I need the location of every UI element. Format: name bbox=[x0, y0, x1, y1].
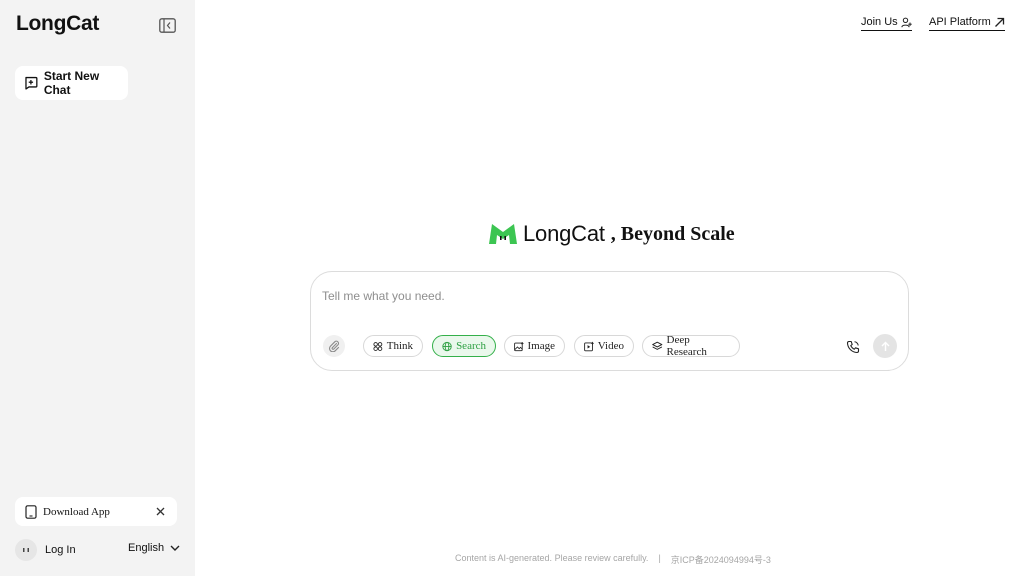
think-label: Think bbox=[386, 340, 413, 352]
collapse-sidebar-button[interactable] bbox=[157, 15, 177, 35]
language-selector[interactable]: English bbox=[128, 542, 180, 554]
image-label: Image bbox=[527, 340, 555, 352]
footer: Content is AI-generated. Please review c… bbox=[455, 553, 771, 566]
avatar-icon bbox=[23, 548, 29, 552]
start-new-chat-button[interactable]: Start New Chat bbox=[15, 66, 128, 100]
ai-disclaimer: Content is AI-generated. Please review c… bbox=[455, 553, 649, 563]
join-us-label: Join Us bbox=[861, 16, 898, 28]
sidebar-brand: LongCat bbox=[16, 12, 100, 35]
video-icon bbox=[584, 341, 594, 351]
phone-icon bbox=[846, 340, 860, 354]
chevron-down-icon bbox=[170, 545, 180, 551]
send-button[interactable] bbox=[873, 334, 897, 358]
new-chat-icon bbox=[25, 76, 38, 90]
download-app-label: Download App bbox=[43, 505, 110, 518]
language-label: English bbox=[128, 542, 165, 554]
hero-brand: LongCat bbox=[523, 221, 605, 246]
hero-tagline: , Beyond Scale bbox=[610, 222, 735, 245]
api-platform-label: API Platform bbox=[929, 16, 991, 28]
voice-call-button[interactable] bbox=[844, 338, 862, 356]
paperclip-icon bbox=[329, 340, 340, 352]
close-icon bbox=[156, 507, 165, 516]
attach-button[interactable] bbox=[323, 335, 345, 357]
download-close-button[interactable] bbox=[154, 505, 167, 518]
sidebar: LongCat Start New Chat Download App Log … bbox=[0, 0, 195, 576]
icp-license[interactable]: 京ICP备2024094994号-3 bbox=[671, 553, 771, 566]
longcat-logo bbox=[489, 224, 517, 244]
footer-separator: | bbox=[658, 553, 661, 563]
avatar[interactable] bbox=[15, 539, 37, 561]
chat-composer: Think Search Image Video bbox=[310, 271, 909, 371]
deep-research-toggle[interactable]: Deep Research bbox=[642, 334, 740, 358]
api-platform-link[interactable]: API Platform bbox=[929, 16, 1005, 31]
account-row: Log In English bbox=[15, 538, 180, 562]
think-toggle[interactable]: Think bbox=[363, 335, 423, 357]
deep-research-icon bbox=[652, 341, 663, 350]
start-new-chat-label: Start New Chat bbox=[43, 69, 100, 97]
tablet-icon bbox=[25, 504, 37, 519]
deep-research-label: Deep Research bbox=[666, 334, 707, 358]
prompt-input[interactable] bbox=[322, 287, 842, 305]
hero-heading: LongCat , Beyond Scale bbox=[488, 221, 735, 247]
search-toggle[interactable]: Search bbox=[432, 335, 496, 357]
download-app-card[interactable]: Download App bbox=[15, 497, 177, 526]
collapse-sidebar-icon bbox=[158, 17, 176, 33]
globe-icon bbox=[442, 341, 452, 351]
image-toggle[interactable]: Image bbox=[504, 335, 565, 357]
arrow-up-right-icon bbox=[994, 17, 1004, 27]
search-label: Search bbox=[456, 340, 486, 352]
video-toggle[interactable]: Video bbox=[574, 335, 634, 357]
image-icon bbox=[514, 341, 524, 351]
think-icon bbox=[373, 341, 383, 351]
video-label: Video bbox=[597, 340, 624, 352]
add-user-icon bbox=[900, 17, 912, 27]
login-link[interactable]: Log In bbox=[45, 544, 76, 556]
arrow-up-icon bbox=[881, 341, 889, 351]
join-us-link[interactable]: Join Us bbox=[861, 16, 912, 31]
